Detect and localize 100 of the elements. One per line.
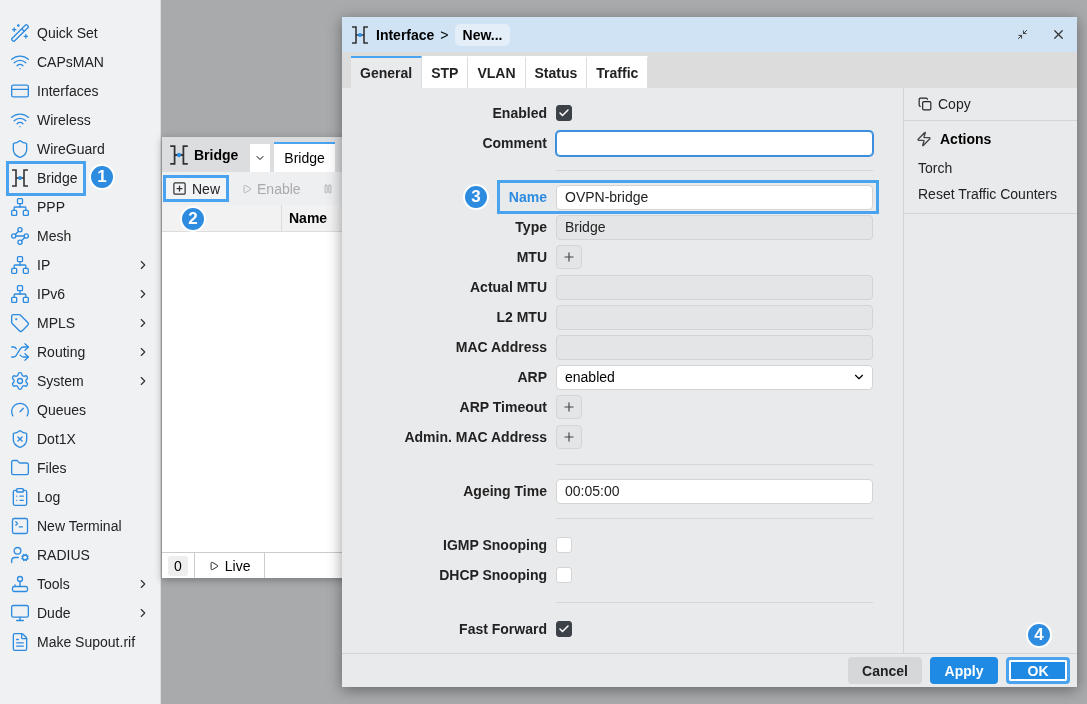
bridge-icon xyxy=(168,143,190,166)
check-icon xyxy=(558,107,570,119)
step-badge: 3 xyxy=(463,184,489,210)
sidebar-item[interactable]: MPLS xyxy=(0,308,160,337)
sidebar-item[interactable]: Tools xyxy=(0,569,160,598)
breadcrumb-separator: > xyxy=(440,26,449,43)
plus-icon xyxy=(562,430,576,444)
folder-icon xyxy=(10,457,30,478)
dialog-button[interactable]: Apply xyxy=(930,657,998,684)
sidebar-item[interactable]: Interfaces xyxy=(0,76,160,105)
menu-label: PPP xyxy=(37,198,65,215)
sidebar-item[interactable]: Dude xyxy=(0,598,160,627)
tab[interactable]: General xyxy=(351,56,423,88)
bridge-icon xyxy=(10,167,30,188)
sidebar-item[interactable]: Dot1X xyxy=(0,424,160,453)
sidebar-item[interactable]: Bridge 1 xyxy=(0,163,160,192)
tab[interactable]: Status xyxy=(525,56,588,88)
tab[interactable]: Bridge xyxy=(274,142,335,172)
item-count: 0 xyxy=(168,555,188,576)
sidebar-item[interactable]: Routing xyxy=(0,337,160,366)
field-label: Admin. MAC Address xyxy=(404,429,547,445)
action-link[interactable]: Reset Traffic Counters xyxy=(904,181,1077,207)
tab[interactable]: VLAN xyxy=(468,56,526,88)
checkbox[interactable] xyxy=(556,621,572,637)
sidebar-item[interactable]: Mesh xyxy=(0,221,160,250)
plus-icon xyxy=(562,250,576,264)
field-label: MAC Address xyxy=(455,339,547,355)
menu-label: Quick Set xyxy=(37,24,98,41)
menu-label: Make Supout.rif xyxy=(37,633,136,650)
arrows-icon xyxy=(1016,29,1028,40)
sidebar-item[interactable]: New Terminal xyxy=(0,511,160,540)
network-icon xyxy=(10,196,30,217)
sidebar-item[interactable]: IP xyxy=(0,250,160,279)
menu-label: IPv6 xyxy=(37,285,65,302)
menu-label: MPLS xyxy=(37,314,76,331)
menu-label: Dude xyxy=(37,604,71,621)
pause-icon xyxy=(322,183,333,194)
lightning-icon xyxy=(916,131,932,147)
tab[interactable]: STP xyxy=(422,56,469,88)
menu-label: Files xyxy=(37,459,67,476)
play-icon xyxy=(242,183,252,194)
field-label: Name xyxy=(508,189,547,205)
dialog-button[interactable]: Cancel xyxy=(848,657,922,684)
add-button[interactable] xyxy=(556,245,582,269)
menu-label: Wireless xyxy=(37,111,91,128)
user-icon xyxy=(10,544,30,565)
tag-icon xyxy=(10,312,30,333)
dropdown[interactable]: enabled xyxy=(556,364,873,390)
copy-button[interactable]: Copy xyxy=(904,88,1077,120)
menu-label: Mesh xyxy=(37,227,72,244)
input-field[interactable]: 00:05:00 xyxy=(556,478,873,504)
shield-icon xyxy=(10,428,30,449)
menu-label: Tools xyxy=(37,575,70,592)
settings-icon xyxy=(10,370,30,391)
field-label: IGMP Snooping xyxy=(443,537,547,553)
sidebar-item[interactable]: Make Supout.rif xyxy=(0,627,160,656)
action-link[interactable]: Torch xyxy=(904,155,1077,181)
sidebar-item[interactable]: Files xyxy=(0,453,160,482)
field-label: Enabled xyxy=(492,105,547,121)
column-header[interactable]: Name xyxy=(282,210,328,226)
menu-label: System xyxy=(37,372,84,389)
field-label: Ageing Time xyxy=(463,483,547,499)
shield-icon xyxy=(10,138,30,159)
input-field[interactable] xyxy=(556,130,873,156)
network-icon xyxy=(10,283,30,304)
field-label: ARP Timeout xyxy=(459,399,547,415)
input-field[interactable]: Bridge xyxy=(556,214,873,240)
sidebar-item[interactable]: WireGuard xyxy=(0,134,160,163)
dialog-title: Interface xyxy=(376,26,435,43)
field-label: DHCP Snooping xyxy=(439,567,547,583)
menu-label: CAPsMAN xyxy=(37,53,104,70)
monitor-icon xyxy=(10,602,30,623)
section-title: Actions xyxy=(940,131,992,147)
field-label: Comment xyxy=(482,135,547,151)
sidebar-item[interactable]: CAPsMAN xyxy=(0,47,160,76)
menu-label: Log xyxy=(37,488,61,505)
input-field[interactable]: OVPN-bridge xyxy=(556,184,873,210)
field-label: Actual MTU xyxy=(470,279,547,295)
add-button[interactable] xyxy=(556,395,582,419)
terminal-icon xyxy=(10,515,30,536)
field-label: Type xyxy=(515,219,547,235)
sidebar-item[interactable]: IPv6 xyxy=(0,279,160,308)
live-button[interactable]: Live xyxy=(193,553,266,578)
menu-label: New Terminal xyxy=(37,517,122,534)
add-button[interactable] xyxy=(556,425,582,449)
network-icon xyxy=(10,254,30,275)
menu-label: RADIUS xyxy=(37,546,90,563)
sidebar-item[interactable]: Wireless xyxy=(0,105,160,134)
sidebar-item[interactable]: Queues xyxy=(0,395,160,424)
sidebar-item[interactable]: Log xyxy=(0,482,160,511)
tab-menu-button[interactable] xyxy=(250,144,271,172)
step-badge: 4 xyxy=(1026,622,1052,648)
sidebar-item[interactable]: Quick Set xyxy=(0,18,160,47)
checkbox[interactable] xyxy=(556,105,572,121)
sidebar-item[interactable]: System xyxy=(0,366,160,395)
sidebar-item[interactable]: PPP xyxy=(0,192,160,221)
sidebar-item[interactable]: RADIUS xyxy=(0,540,160,569)
menu-label: Dot1X xyxy=(37,430,76,447)
tab[interactable]: Traffic xyxy=(587,56,649,88)
file-icon xyxy=(10,631,30,652)
